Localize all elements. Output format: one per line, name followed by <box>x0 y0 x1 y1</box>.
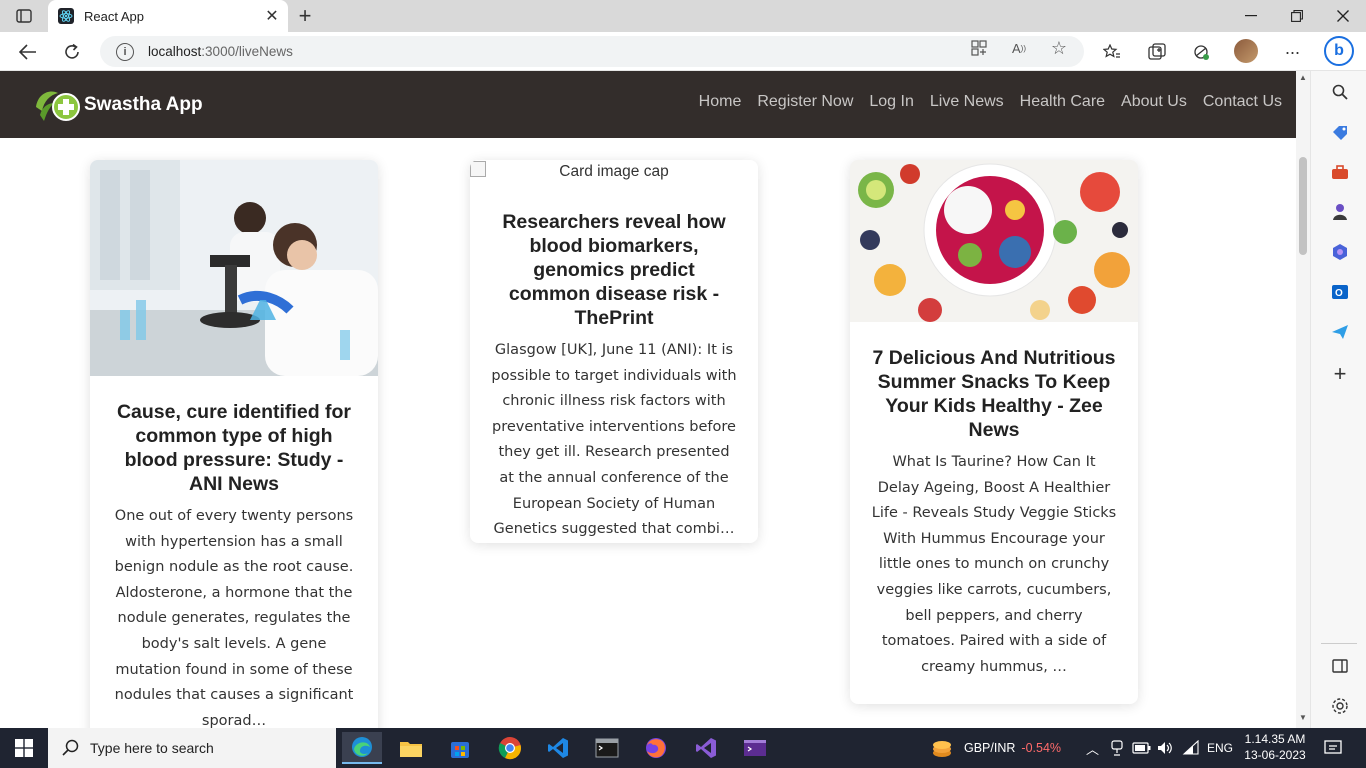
vscode-icon[interactable] <box>538 732 578 764</box>
react-favicon-icon <box>58 8 74 24</box>
favorites-icon[interactable] <box>1100 40 1124 64</box>
taskbar-search-icon <box>62 739 79 756</box>
card-title[interactable]: 7 Delicious And Nutritious Summer Snacks… <box>870 346 1118 442</box>
card-image-food <box>850 160 1138 322</box>
back-icon[interactable] <box>14 38 42 66</box>
nav-links: Home Register Now Log In Live News Healt… <box>699 93 1282 111</box>
language-indicator[interactable]: ENG <box>1207 728 1233 768</box>
tray-chevron-icon[interactable]: ︿ <box>1086 728 1099 768</box>
broken-image-icon <box>470 161 486 177</box>
nav-register[interactable]: Register Now <box>757 93 853 111</box>
card-title[interactable]: Cause, cure identified for common type o… <box>110 400 358 496</box>
card-text: One out of every twenty persons with hyp… <box>114 508 354 728</box>
url-path: :3000/liveNews <box>201 44 293 59</box>
app-available-icon[interactable] <box>969 38 989 58</box>
restore-icon[interactable] <box>1274 0 1320 32</box>
nav-live-news[interactable]: Live News <box>930 93 1004 111</box>
minimize-icon[interactable] <box>1228 0 1274 32</box>
sidebar-divider <box>1321 643 1357 644</box>
favorite-star-icon[interactable]: ☆ <box>1049 38 1069 58</box>
sidebar-send-icon[interactable] <box>1329 321 1351 343</box>
sidebar-search-icon[interactable] <box>1329 81 1351 103</box>
scroll-up-icon[interactable]: ▲ <box>1299 73 1307 82</box>
read-aloud-icon[interactable]: A)) <box>1009 38 1029 58</box>
browser-tab-strip: React App ✕ + <box>0 0 1366 32</box>
nav-about[interactable]: About Us <box>1121 93 1187 111</box>
web-page: Swastha App Home Register Now Log In Liv… <box>0 71 1296 728</box>
nav-login[interactable]: Log In <box>869 93 913 111</box>
battery-icon[interactable] <box>1132 728 1152 768</box>
svg-text:O: O <box>1335 288 1343 299</box>
file-explorer-icon[interactable] <box>391 732 431 764</box>
taskbar-search-placeholder: Type here to search <box>90 740 214 756</box>
bing-copilot-icon[interactable]: b <box>1324 36 1354 66</box>
sidebar-games-icon[interactable] <box>1329 201 1351 223</box>
windows-start-icon[interactable] <box>0 728 48 768</box>
tab-title: React App <box>84 8 144 24</box>
clock-time: 1.14.35 AM <box>1244 732 1306 746</box>
volume-icon[interactable] <box>1156 728 1174 768</box>
chrome-icon[interactable] <box>490 732 530 764</box>
wifi-icon[interactable] <box>1182 728 1200 768</box>
site-navbar: Swastha App Home Register Now Log In Liv… <box>0 71 1296 138</box>
taskbar-search[interactable]: Type here to search <box>48 728 336 768</box>
collections-icon[interactable] <box>1145 40 1169 64</box>
swastha-logo-icon <box>32 85 80 125</box>
card-text: Glasgow [UK], June 11 (ANI): It is possi… <box>491 342 737 538</box>
news-card[interactable]: 7 Delicious And Nutritious Summer Snacks… <box>850 160 1138 704</box>
scroll-down-icon[interactable]: ▼ <box>1299 713 1307 722</box>
card-image-alt: Card image cap <box>559 163 669 180</box>
refresh-icon[interactable] <box>58 38 86 66</box>
card-text: What Is Taurine? How Can It Delay Ageing… <box>871 454 1117 675</box>
ticker-change: -0.54% <box>1021 741 1062 755</box>
tab-close-icon[interactable]: ✕ <box>260 4 284 28</box>
edge-taskbar-icon[interactable] <box>342 732 382 764</box>
settings-more-icon[interactable]: ··· <box>1280 40 1304 64</box>
browser-toolbar: i localhost:3000/liveNews A)) ☆ ··· <box>0 32 1366 71</box>
nav-health-care[interactable]: Health Care <box>1020 93 1105 111</box>
site-info-icon[interactable]: i <box>116 42 134 61</box>
profile-avatar[interactable] <box>1234 39 1258 63</box>
firefox-icon[interactable] <box>636 732 676 764</box>
windows-taskbar: Type here to search GBP/INR -0.54% ︿ ENG… <box>0 728 1366 768</box>
nav-contact[interactable]: Contact Us <box>1203 93 1282 111</box>
address-bar[interactable]: i localhost:3000/liveNews <box>100 36 1084 67</box>
stock-widget[interactable]: GBP/INR -0.54% <box>930 728 1061 768</box>
terminal-icon[interactable] <box>587 732 627 764</box>
notifications-icon[interactable] <box>1324 728 1342 768</box>
extensions-icon[interactable] <box>1189 40 1213 64</box>
page-scrollbar[interactable]: ▲ ▼ <box>1296 71 1310 728</box>
tray-meet-icon[interactable] <box>1110 728 1124 768</box>
ticker-name: GBP/INR <box>964 741 1016 755</box>
sidebar-office-icon[interactable] <box>1329 241 1351 263</box>
sidebar-outlook-icon[interactable]: O <box>1329 281 1351 303</box>
sidebar-settings-icon[interactable] <box>1329 695 1351 717</box>
browser-tab[interactable]: React App ✕ <box>48 0 288 32</box>
store-icon[interactable] <box>440 732 480 764</box>
scroll-thumb[interactable] <box>1299 157 1307 255</box>
sidebar-shopping-icon[interactable] <box>1329 121 1351 143</box>
sidebar-add-icon[interactable]: + <box>1329 361 1351 386</box>
close-window-icon[interactable] <box>1320 0 1366 32</box>
browser-sidebar: O + <box>1310 71 1366 728</box>
card-title[interactable]: Researchers reveal how blood biomarkers,… <box>490 210 738 330</box>
brand-name: Swastha App <box>84 94 203 115</box>
new-tab-icon[interactable]: + <box>292 3 318 28</box>
broken-image: Card image cap <box>470 160 758 204</box>
url-host: localhost <box>148 44 202 59</box>
card-image-lab <box>90 160 378 376</box>
brand[interactable]: Swastha App <box>32 85 203 125</box>
clock[interactable]: 1.14.35 AM 13-06-2023 <box>1240 731 1310 763</box>
nav-home[interactable]: Home <box>699 93 742 111</box>
powershell-app-icon[interactable] <box>735 732 775 764</box>
tab-actions-icon[interactable] <box>10 6 38 26</box>
stock-coins-icon <box>933 741 951 757</box>
news-card[interactable]: Card image cap Researchers reveal how bl… <box>470 160 758 543</box>
news-card[interactable]: Cause, cure identified for common type o… <box>90 160 378 728</box>
visual-studio-icon[interactable] <box>686 732 726 764</box>
clock-date: 13-06-2023 <box>1244 748 1306 762</box>
sidebar-layout-icon[interactable] <box>1329 655 1351 677</box>
sidebar-tools-icon[interactable] <box>1329 161 1351 183</box>
